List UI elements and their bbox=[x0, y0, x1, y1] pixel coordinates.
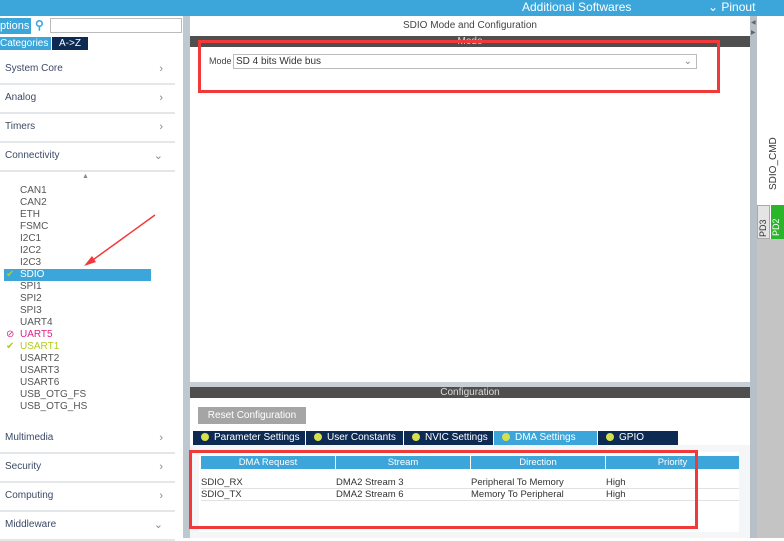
annotation-arrow bbox=[84, 214, 156, 266]
